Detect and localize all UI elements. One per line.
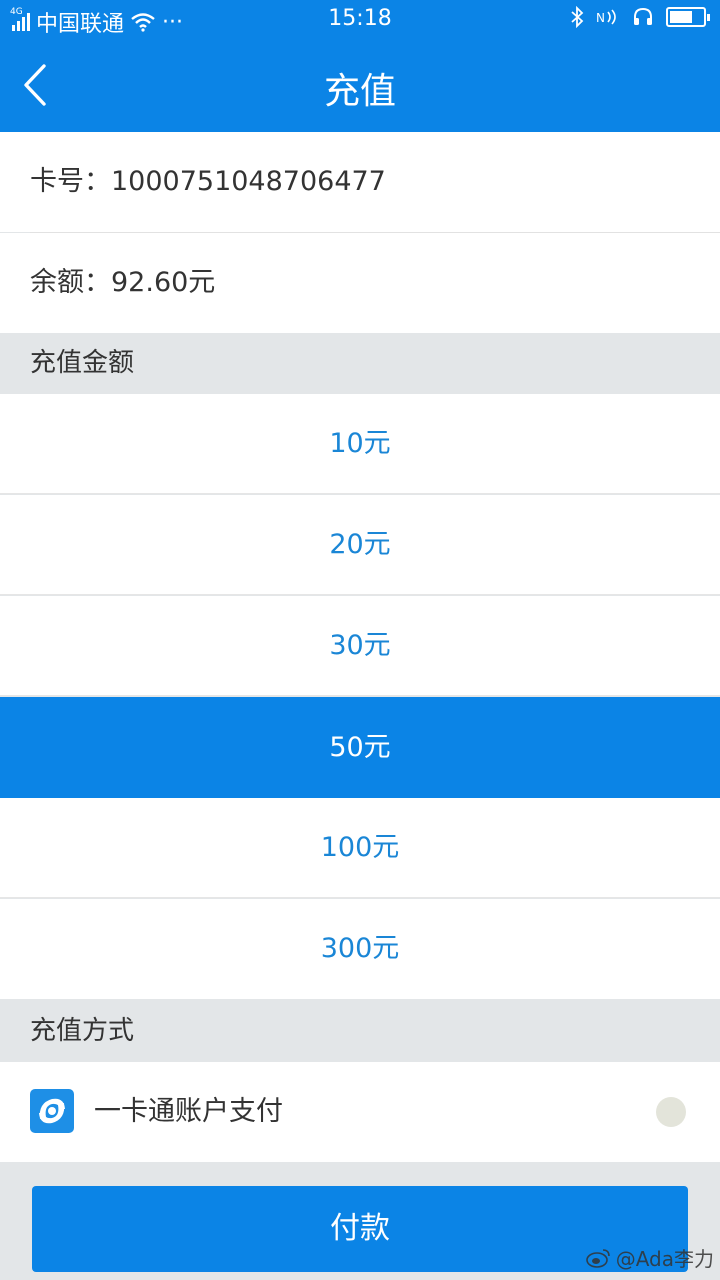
headset-icon	[634, 7, 652, 25]
balance-row: 余额：92.60元	[0, 233, 720, 333]
payment-method-radio[interactable]	[656, 1097, 686, 1127]
method-section-header: 充值方式	[0, 1001, 720, 1062]
amount-option-10[interactable]: 10元	[0, 394, 720, 494]
amount-option-300[interactable]: 300元	[0, 899, 720, 999]
campus-card-logo-icon	[30, 1089, 74, 1133]
nfc-icon: N	[596, 9, 616, 25]
card-number-label: 卡号：	[30, 166, 111, 197]
weibo-icon	[585, 1248, 610, 1268]
amount-option-30[interactable]: 30元	[0, 596, 720, 696]
card-number-value: 1000751048706477	[111, 166, 386, 197]
amount-option-20[interactable]: 20元	[0, 495, 720, 595]
card-number-row: 卡号：1000751048706477	[0, 132, 720, 232]
page-title: 充值	[323, 71, 396, 112]
payment-method-row[interactable]: 一卡通账户支付	[0, 1062, 720, 1162]
watermark-text: @Ada李力	[615, 1247, 714, 1271]
amount-option-100[interactable]: 100元	[0, 798, 720, 898]
status-right: N	[570, 6, 710, 28]
nav-bar: 充值	[0, 38, 720, 132]
balance-label: 余额：	[30, 267, 111, 298]
bluetooth-icon	[571, 6, 584, 28]
svg-text:N: N	[596, 11, 605, 25]
status-bar: 4G 中国联通 ··· 15:18 N	[0, 0, 720, 38]
amount-option-50[interactable]: 50元	[0, 697, 720, 798]
amount-section-header: 充值金额	[0, 333, 720, 394]
balance-value: 92.60元	[111, 267, 216, 298]
payment-method-label: 一卡通账户支付	[94, 1096, 283, 1127]
battery-icon	[666, 7, 710, 27]
watermark: @Ada李力	[585, 1243, 714, 1272]
